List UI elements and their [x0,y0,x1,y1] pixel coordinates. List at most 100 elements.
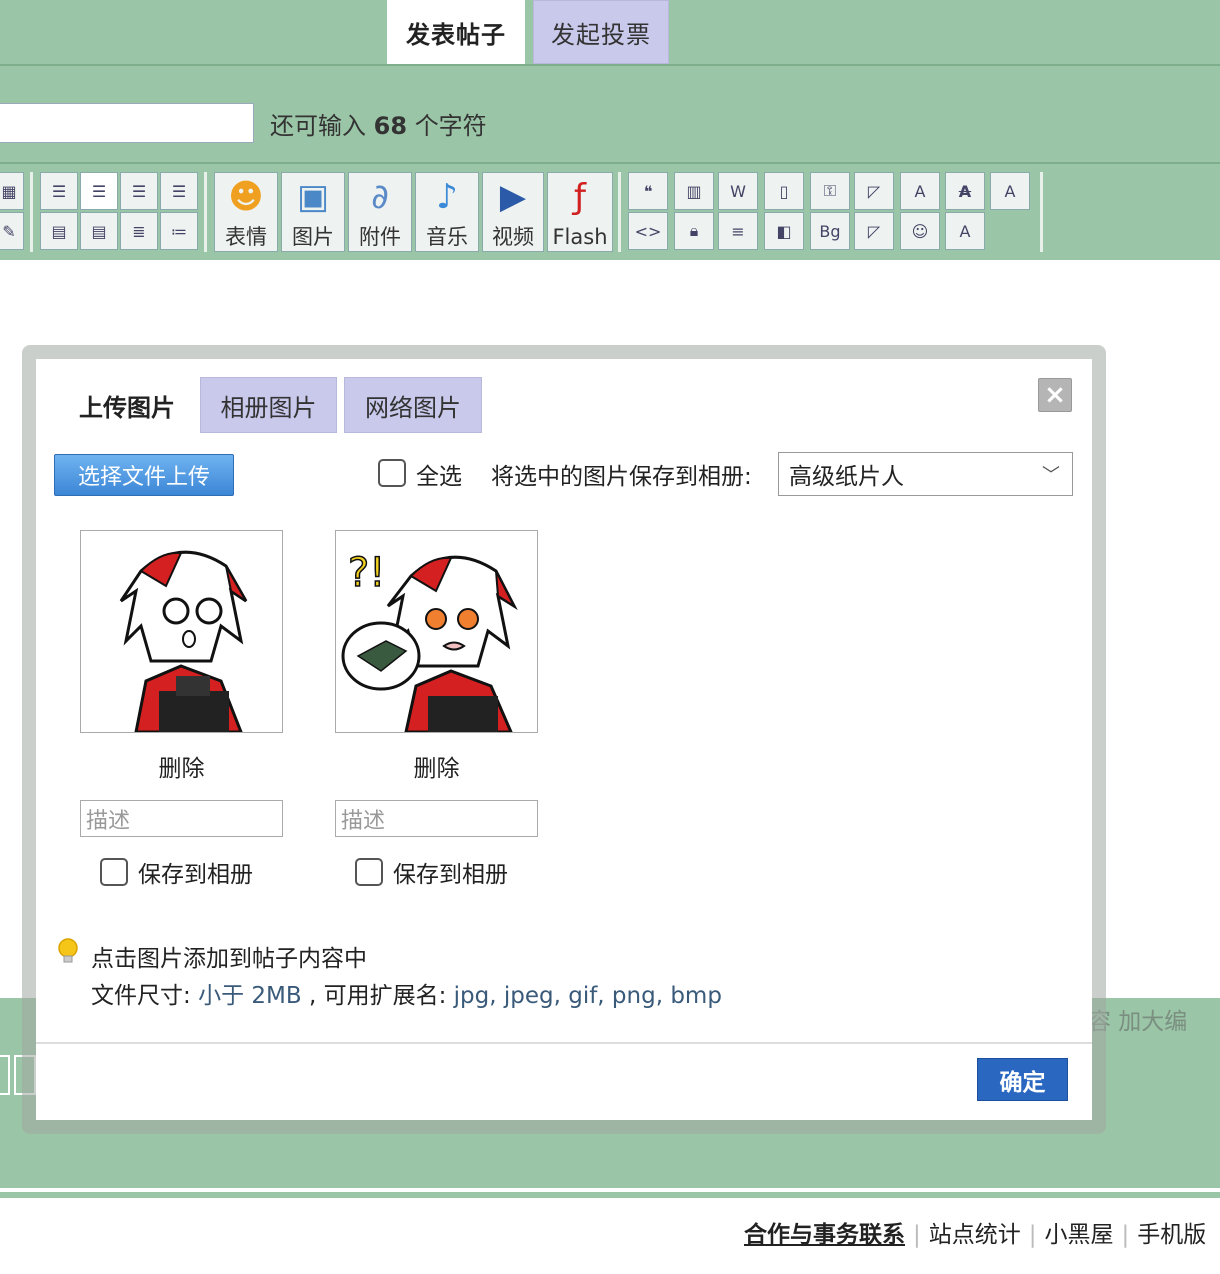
chevron-down-icon: ﹀ [1042,465,1060,486]
uploaded-image-thumbnail[interactable] [80,530,283,733]
char-count-number: 68 [373,112,408,140]
quote-icon[interactable]: ❝ [628,172,668,210]
save-to-album-row: 保存到相册 [355,855,508,889]
float-right-icon[interactable]: ▤ [80,212,118,250]
select-file-upload-button[interactable]: 选择文件上传 [54,454,234,496]
page-break-icon[interactable]: ◧ [764,212,804,250]
image-button-label: 图片 [292,225,334,249]
word-paste-icon[interactable]: W [718,172,758,210]
tab-upload-image[interactable]: 上传图片 [72,377,182,433]
float-left-icon[interactable]: ▤ [40,212,78,250]
align-justify-icon[interactable]: ☰ [80,172,118,210]
svg-text:?!: ?! [348,550,385,596]
save-to-album-option-label: 保存到相册 [138,862,253,888]
ordered-list-icon[interactable]: ≣ [120,212,158,250]
music-note-icon: ♪ [436,177,458,217]
save-to-album-row: 保存到相册 [100,855,253,889]
description-input[interactable]: 描述 [80,800,283,837]
paperclip-icon: ∂ [371,177,389,217]
toolbar-separator [1040,172,1043,252]
music-button[interactable]: ♪ 音乐 [415,172,479,252]
font-style-icon[interactable]: A [900,172,940,210]
album-select[interactable]: 高级纸片人 ﹀ [778,452,1073,496]
free-icon[interactable]: ▥ [674,172,714,210]
unordered-list-icon[interactable]: ≔ [160,212,198,250]
flash-button[interactable]: ƒ Flash [547,172,613,252]
toolbar-separator [204,172,207,252]
emoji-button-label: 表情 [225,225,267,249]
save-to-album-label: 将选中的图片保存到相册: [491,464,752,490]
description-input[interactable]: 描述 [335,800,538,837]
video-button-label: 视频 [492,225,534,249]
footer-sep: | [1121,1222,1130,1248]
char-count-text: 还可输入 68 个字符 [270,106,487,141]
footer-link-stats[interactable]: 站点统计 [929,1222,1021,1248]
smiley-icon: ☻ [228,177,264,217]
footer-link-contact[interactable]: 合作与事务联系 [744,1222,905,1248]
tip-file-limits: 文件尺寸: 小于 2MB , 可用扩展名: jpg, jpeg, gif, pn… [91,976,722,1010]
dialog-divider [36,1042,1092,1044]
toolbar-separator [30,172,33,252]
delete-image-link[interactable]: 删除 [335,749,538,783]
select-all-checkbox[interactable] [378,459,406,487]
music-button-label: 音乐 [426,225,468,249]
confirm-button[interactable]: 确定 [977,1058,1068,1101]
lock-icon[interactable]: 🔒︎ [674,212,714,250]
hide-icon[interactable]: ◸ [854,172,894,210]
close-icon[interactable]: × [1038,378,1072,412]
subject-input[interactable] [0,103,254,143]
tip-ext-value: jpg, jpeg, gif, png, bmp [453,983,722,1009]
qq-icon[interactable]: ☺ [900,212,940,250]
footer-divider [0,1190,1220,1198]
footer-link-blackroom[interactable]: 小黑屋 [1045,1222,1114,1248]
footer-links: 合作与事务联系 | 站点统计 | 小黑屋 | 手机版 [744,1215,1206,1249]
subscript-icon[interactable]: A [990,172,1030,210]
align-left-icon[interactable]: ☰ [40,172,78,210]
save-to-album-checkbox[interactable] [100,858,128,886]
uploaded-image-thumbnail[interactable]: ?! [335,530,538,733]
strikethrough-icon[interactable]: A [945,172,985,210]
album-select-value: 高级纸片人 [789,464,904,490]
select-all-label: 全选 [416,464,462,490]
footer-sep: | [913,1222,921,1248]
superscript-icon[interactable]: A [945,212,985,250]
tab-new-post[interactable]: 发表帖子 [387,0,525,64]
columns-icon[interactable]: ▯ [764,172,804,210]
code-icon[interactable]: <> [628,212,668,250]
delete-image-link[interactable]: 删除 [80,749,283,783]
attachment-button[interactable]: ∂ 附件 [348,172,412,252]
lightbulb-icon [58,938,78,963]
table-icon[interactable]: ▦ [0,172,24,210]
tab-album-image[interactable]: 相册图片 [200,377,337,433]
image-upload-dialog: 上传图片 相册图片 网络图片 × 选择文件上传 全选 将选中的图片保存到相册: … [36,359,1092,1120]
tab-web-image[interactable]: 网络图片 [344,377,482,433]
tip-size-value: 小于 2MB [198,983,302,1009]
flash-button-label: Flash [552,225,608,249]
toolbar-separator [618,172,621,252]
spoiler-icon[interactable]: ◸ [854,212,894,250]
flash-icon: ƒ [574,177,586,217]
ghost-button [0,1055,10,1095]
eraser-icon[interactable]: ✎ [0,212,24,250]
align-center-icon[interactable]: ☰ [120,172,158,210]
video-button[interactable]: ▶ 视频 [482,172,544,252]
char-count-suffix: 个字符 [414,112,487,140]
tip-ext-prefix: , 可用扩展名: [308,983,447,1009]
save-to-album-option-label: 保存到相册 [393,862,508,888]
emoji-button[interactable]: ☻ 表情 [214,172,278,252]
save-to-album-checkbox[interactable] [355,858,383,886]
clapperboard-icon: ▶ [499,177,527,217]
image-icon: ▣ [296,177,330,217]
background-color-icon[interactable]: Bg [810,212,850,250]
tip-click-to-insert: 点击图片添加到帖子内容中 [91,946,367,972]
tip-size-prefix: 文件尺寸: [91,983,191,1009]
char-count-prefix: 还可输入 [270,112,366,140]
footer-sep: | [1028,1222,1037,1248]
align-right-icon[interactable]: ☰ [160,172,198,210]
footer-link-mobile[interactable]: 手机版 [1137,1222,1206,1248]
tab-new-poll[interactable]: 发起投票 [533,0,669,64]
key-icon[interactable]: ⚿ [810,172,850,210]
index-icon[interactable]: ≡ [718,212,758,250]
attachment-button-label: 附件 [359,225,401,249]
image-button[interactable]: ▣ 图片 [281,172,345,252]
